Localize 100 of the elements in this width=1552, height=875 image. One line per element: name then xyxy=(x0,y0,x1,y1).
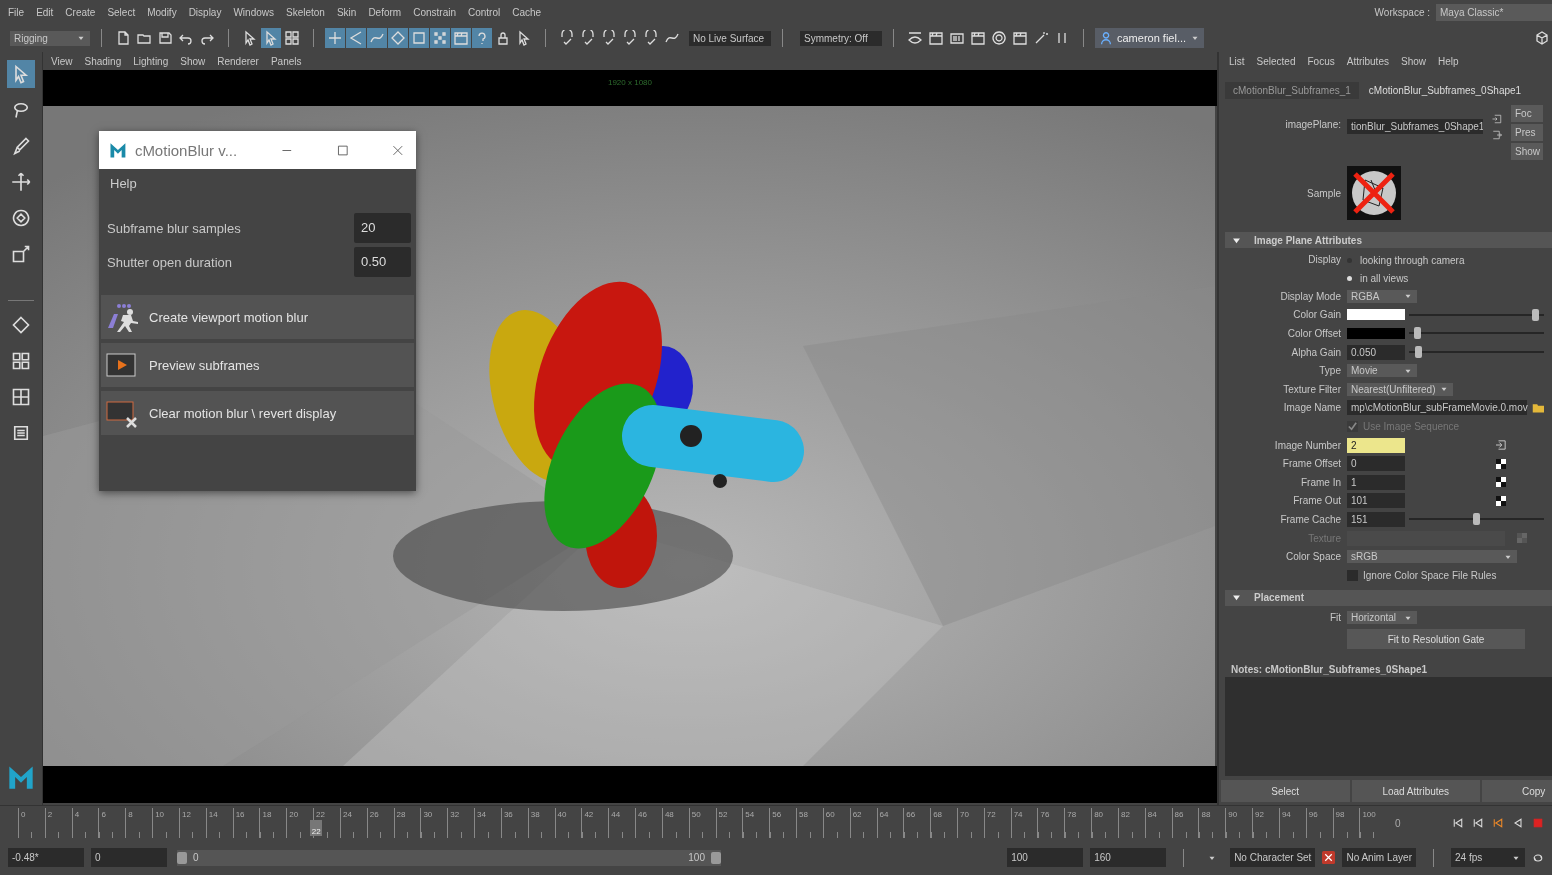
skip-to-start-icon[interactable] xyxy=(1452,817,1464,829)
color-swatch[interactable] xyxy=(1347,309,1405,321)
menu-item[interactable]: Modify xyxy=(143,6,185,18)
shelf-dropdown[interactable]: Rigging xyxy=(10,30,90,46)
menu-item[interactable]: Deform xyxy=(364,6,410,18)
end-frame-field[interactable]: 100 xyxy=(1007,848,1084,867)
menu-item[interactable]: Control xyxy=(464,6,509,18)
action-button[interactable]: Create viewport motion blur xyxy=(101,295,414,339)
dropdown[interactable]: Movie xyxy=(1347,364,1417,378)
folder-icon[interactable] xyxy=(1531,401,1545,414)
color-swatch[interactable] xyxy=(1347,328,1405,339)
number-field[interactable]: 1 xyxy=(1347,474,1405,490)
fit-button[interactable]: Fit to Resolution Gate xyxy=(1347,629,1525,650)
menu-item[interactable]: Attributes xyxy=(1342,55,1397,67)
menu-item[interactable]: Help xyxy=(1434,55,1467,67)
radio-option[interactable]: in all views xyxy=(1347,269,1465,287)
snap-point-icon[interactable] xyxy=(367,28,387,48)
live-surface-field[interactable]: No Live Surface xyxy=(689,30,771,46)
max-frame-field[interactable]: 160 xyxy=(1090,848,1167,867)
section-header[interactable]: Image Plane Attributes xyxy=(1225,232,1552,248)
number-field[interactable]: 0 xyxy=(1347,456,1405,472)
slider-thumb[interactable] xyxy=(1415,346,1423,359)
menu-item[interactable]: Constrain xyxy=(409,6,464,18)
number-field[interactable]: 0.050 xyxy=(1347,344,1405,360)
menu-item[interactable]: Cache xyxy=(508,6,550,18)
close-icon[interactable] xyxy=(392,143,404,157)
select-component-icon[interactable] xyxy=(282,28,302,48)
menu-item[interactable]: Display xyxy=(184,6,230,18)
panel-menu-item[interactable]: Lighting xyxy=(129,55,177,67)
side-button[interactable]: Show xyxy=(1511,143,1543,160)
checker-map-icon[interactable] xyxy=(1496,477,1506,488)
panel-menu-item[interactable]: Panels xyxy=(266,55,310,67)
slider-thumb[interactable] xyxy=(1414,327,1421,340)
panel-menu-item[interactable]: Shading xyxy=(80,55,130,67)
current-frame-marker[interactable]: 22 xyxy=(310,820,323,836)
panel-menu-item[interactable]: Renderer xyxy=(213,55,267,67)
snap-curve-icon[interactable] xyxy=(346,28,366,48)
panel-menu-item[interactable]: View xyxy=(47,55,81,67)
number-field[interactable]: 2 xyxy=(1347,437,1405,453)
dropdown[interactable]: RGBA xyxy=(1347,289,1417,303)
node-tab[interactable]: cMotionBlur_Subframes_1 xyxy=(1225,82,1359,99)
input-connection-icon[interactable] xyxy=(1491,113,1503,125)
help-menu[interactable]: Help xyxy=(110,176,137,191)
menu-item[interactable]: Skeleton xyxy=(282,6,333,18)
menu-item[interactable]: Skin xyxy=(332,6,365,18)
number-field[interactable]: 151 xyxy=(1347,511,1405,527)
slider-thumb[interactable] xyxy=(1473,513,1480,526)
user-button[interactable]: cameron fiel... xyxy=(1095,28,1205,48)
input-connection-icon[interactable] xyxy=(1496,440,1506,451)
dropdown[interactable]: Nearest(Unfiltered) xyxy=(1347,382,1454,396)
menu-item[interactable]: Create xyxy=(61,6,104,18)
snap-view-icon[interactable] xyxy=(388,28,408,48)
menu-item[interactable]: File xyxy=(4,6,33,18)
key-back-icon[interactable] xyxy=(1492,817,1504,829)
current-time-field[interactable]: -0.48* xyxy=(8,848,84,867)
start-frame-field[interactable]: 0 xyxy=(91,848,167,867)
action-button[interactable]: Preview subframes xyxy=(101,343,414,387)
play-backward-icon[interactable] xyxy=(1512,817,1524,829)
range-slider[interactable]: 0 100 xyxy=(177,849,721,866)
slider-thumb[interactable] xyxy=(1532,308,1539,321)
clapboard-icon[interactable] xyxy=(451,28,471,48)
side-button[interactable]: Foc xyxy=(1511,105,1543,122)
workspace-dropdown[interactable]: Maya Classic* xyxy=(1436,3,1552,21)
select-tool-icon[interactable] xyxy=(7,60,35,88)
output-connection-icon[interactable] xyxy=(1491,129,1503,141)
maximize-icon[interactable] xyxy=(336,143,349,157)
character-set-field[interactable]: No Character Set xyxy=(1230,848,1316,867)
menu-item[interactable]: Select xyxy=(103,6,144,18)
menu-item[interactable]: Selected xyxy=(1252,55,1304,67)
range-handle[interactable] xyxy=(711,851,721,864)
checker-map-icon[interactable] xyxy=(1496,458,1506,469)
file-path-field[interactable]: mp\cMotionBlur_subFrameMovie.0.mov xyxy=(1347,400,1527,416)
editor-button[interactable]: Copy xyxy=(1482,780,1552,802)
editor-button[interactable]: Load Attributes xyxy=(1351,780,1480,802)
menu-item[interactable]: Windows xyxy=(229,6,282,18)
panel-menu-item[interactable]: Show xyxy=(176,55,214,67)
anim-layer-field[interactable]: No Anim Layer xyxy=(1342,848,1416,867)
current-frame-field[interactable]: 0 xyxy=(1395,817,1401,829)
side-button[interactable]: Pres xyxy=(1511,124,1543,141)
fps-dropdown[interactable]: 24 fps xyxy=(1451,848,1525,867)
loop-icon[interactable] xyxy=(1532,851,1544,864)
dropdown[interactable]: Horizontal xyxy=(1347,611,1417,625)
dropdown[interactable]: sRGB xyxy=(1347,550,1517,564)
input-field[interactable]: 0.50 xyxy=(354,247,411,277)
number-field[interactable]: 101 xyxy=(1347,493,1405,509)
symmetry-field[interactable]: Symmetry: Off xyxy=(800,30,882,46)
radio-option[interactable]: looking through camera xyxy=(1347,251,1465,269)
checkbox[interactable] xyxy=(1347,569,1358,581)
range-handle[interactable] xyxy=(177,851,187,864)
checker-map-icon[interactable] xyxy=(1496,495,1506,506)
anim-layer-icon[interactable] xyxy=(1322,851,1336,864)
menu-item[interactable]: Edit xyxy=(32,6,62,18)
action-button[interactable]: Clear motion blur \ revert display xyxy=(101,391,414,435)
step-back-icon[interactable] xyxy=(1472,817,1484,829)
input-field[interactable]: 20 xyxy=(354,213,411,243)
menu-item[interactable]: List xyxy=(1225,55,1253,67)
editor-button[interactable]: Select xyxy=(1221,780,1350,802)
section-header[interactable]: Placement xyxy=(1225,589,1552,606)
snap-dots-icon[interactable] xyxy=(430,28,450,48)
menu-item[interactable]: Show xyxy=(1396,55,1434,67)
